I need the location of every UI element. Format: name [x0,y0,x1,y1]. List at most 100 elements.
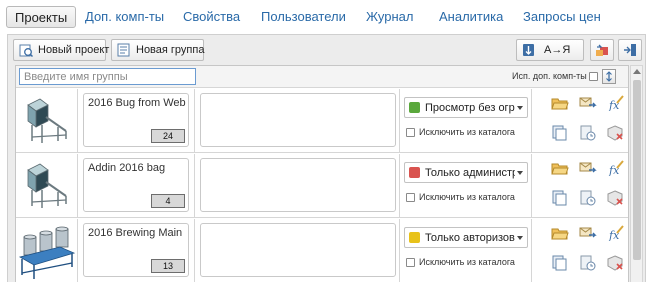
new-project-label: Новый проект [38,44,110,56]
sort-order-button[interactable] [602,69,616,84]
project-count-badge: 4 [151,194,185,208]
group-thumbnail-cell [16,89,78,152]
group-name: 2016 Brewing Main [88,227,183,239]
history-icon[interactable] [579,255,597,271]
tab-properties[interactable]: Свойства [183,6,240,28]
exclude-from-catalog-checkbox[interactable] [406,258,415,267]
group-actions-cell: fx [533,89,628,152]
top-nav: Проекты Доп. комп-ты Свойства Пользовате… [0,0,653,34]
group-name-cell: 2016 Bug from Web 24 [79,89,195,152]
export-icon [624,44,636,56]
brewing-system-thumbnail-icon [18,226,76,279]
group-name-cell: Addin 2016 bag 4 [79,154,195,217]
permission-select[interactable]: Просмотр без огра... [404,97,528,118]
new-project-button[interactable]: Новый проект [13,39,110,61]
move-group-icon[interactable] [579,95,597,111]
group-name-cell: 2016 Brewing Main 13 [79,219,195,282]
move-group-icon[interactable] [579,160,597,176]
scrollbar-thumb[interactable] [633,80,641,260]
group-actions-cell: fx [533,219,628,282]
group-name-box[interactable]: 2016 Brewing Main 13 [83,223,189,277]
chevron-down-icon [517,236,523,240]
group-permission-cell: Только авторизова... Исключить из катало… [401,219,532,282]
sort-az-icon [523,44,534,56]
copy-group-icon[interactable] [551,255,569,271]
permission-value: Просмотр без огра... [425,102,515,114]
project-count-badge: 13 [151,259,185,273]
group-actions-cell: fx [533,154,628,217]
delete-group-icon[interactable] [607,255,625,271]
sort-az-button[interactable]: А→Я [516,39,584,61]
machine-thumbnail-icon [27,98,67,143]
permission-value: Только авторизова... [425,232,515,244]
open-folder-icon[interactable] [551,160,569,176]
groups-list: Исп. доп. комп-ты [15,65,629,282]
move-group-icon[interactable] [579,225,597,241]
permission-icon [409,167,420,178]
sort-az-label: А→Я [544,44,571,56]
permission-select[interactable]: Только администр... [404,162,528,183]
formula-icon[interactable]: fx [607,225,625,241]
chevron-down-icon [517,171,523,175]
group-description-field[interactable] [200,223,396,277]
tab-analytics[interactable]: Аналитика [439,6,503,28]
permission-value: Только администр... [425,167,515,179]
group-thumbnail-cell [16,154,78,217]
group-name-box[interactable]: 2016 Bug from Web 24 [83,93,189,147]
formula-icon[interactable]: fx [607,95,625,111]
group-description-cell [196,154,400,217]
group-name-box[interactable]: Addin 2016 bag 4 [83,158,189,212]
new-group-icon [117,43,130,57]
group-permission-cell: Только администр... Исключить из каталог… [401,154,532,217]
exclude-from-catalog-checkbox[interactable] [406,128,415,137]
history-icon[interactable] [579,190,597,206]
project-count-badge: 24 [151,129,185,143]
export-button[interactable] [618,39,642,61]
sort-order-icon [606,71,612,82]
include-components-label: Исп. доп. комп-ты [512,71,587,81]
group-description-field[interactable] [200,93,396,147]
tab-users[interactable]: Пользователи [261,6,346,28]
scroll-up-icon[interactable] [633,69,641,74]
group-description-cell [196,219,400,282]
formula-icon[interactable]: fx [607,160,625,176]
projects-panel: Новый проект Новая группа А→Я Введите им… [7,34,646,282]
group-description-cell [196,89,400,152]
history-icon[interactable] [579,125,597,141]
exclude-from-catalog-label: Исключить из каталога [419,192,515,202]
group-description-field[interactable] [200,158,396,212]
exclude-from-catalog-label: Исключить из каталога [419,257,515,267]
tab-extra-components[interactable]: Доп. комп-ты [85,6,164,28]
new-project-icon [19,44,33,57]
group-name-filter-input[interactable] [19,68,196,85]
group-row[interactable]: Addin 2016 bag 4 Только администр... Иск… [16,154,628,218]
group-row[interactable]: 2016 Bug from Web 24 Просмотр без огра..… [16,89,628,153]
tab-journal[interactable]: Журнал [366,6,413,28]
open-folder-icon[interactable] [551,225,569,241]
exclude-from-catalog-checkbox[interactable] [406,193,415,202]
tab-price-requests[interactable]: Запросы цен [523,6,601,28]
exclude-from-catalog-label: Исключить из каталога [419,127,515,137]
group-name: Addin 2016 bag [88,162,166,174]
group-name: 2016 Bug from Web [88,97,186,109]
group-permission-cell: Просмотр без огра... Исключить из катало… [401,89,532,152]
permission-icon [409,102,420,113]
include-components-checkbox[interactable] [589,72,598,81]
copy-group-icon[interactable] [551,125,569,141]
import-icon [596,44,608,56]
filter-bar: Исп. доп. комп-ты [16,66,628,88]
group-row[interactable]: 2016 Brewing Main 13 Только авторизова..… [16,219,628,282]
permission-icon [409,232,420,243]
delete-group-icon[interactable] [607,190,625,206]
machine-thumbnail-icon [27,163,67,208]
import-button[interactable] [590,39,614,61]
new-group-button[interactable]: Новая группа [111,39,204,61]
permission-select[interactable]: Только авторизова... [404,227,528,248]
group-thumbnail-cell [16,219,78,282]
list-scrollbar[interactable] [630,65,643,282]
new-group-label: Новая группа [136,44,205,56]
tab-projects[interactable]: Проекты [6,6,77,28]
copy-group-icon[interactable] [551,190,569,206]
delete-group-icon[interactable] [607,125,625,141]
open-folder-icon[interactable] [551,95,569,111]
